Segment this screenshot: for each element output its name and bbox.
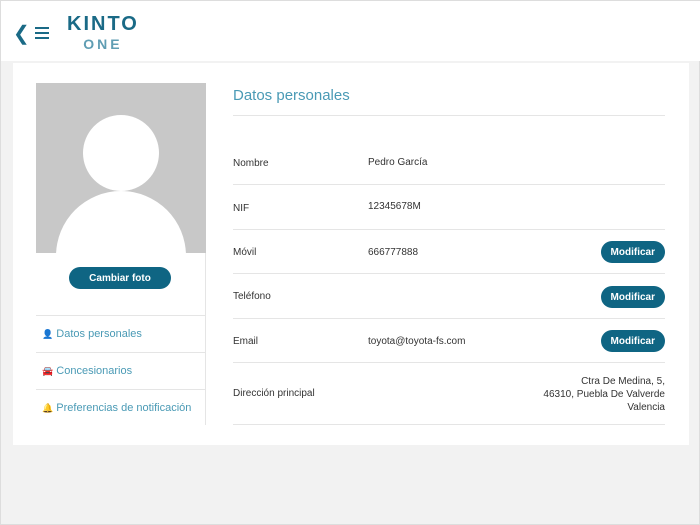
logo-bottom: ONE: [83, 36, 123, 52]
field-label: Email: [233, 336, 259, 347]
address-line: Ctra De Medina, 5,: [581, 376, 665, 387]
change-photo-button[interactable]: Cambiar foto: [69, 267, 171, 289]
avatar-placeholder: [36, 83, 206, 253]
page-title: Datos personales: [233, 87, 350, 104]
sidebar-item-label: Preferencias de notificación: [56, 402, 192, 414]
address-line: 46310, Puebla De Valverde: [543, 389, 665, 400]
profile-card: Cambiar foto 👤 Datos personales 🚘 Conces…: [13, 63, 689, 445]
address-value: Ctra De Medina, 5, 46310, Puebla De Valv…: [543, 375, 665, 414]
sidebar: Cambiar foto 👤 Datos personales 🚘 Conces…: [36, 253, 206, 425]
field-row-telefono: Teléfono Modificar: [233, 274, 665, 319]
menu-icon[interactable]: [35, 27, 49, 42]
field-row-nif: NIF 12345678M: [233, 185, 665, 230]
field-row-nombre: Nombre Pedro García: [233, 141, 665, 185]
field-label: Dirección principal: [233, 388, 315, 399]
field-label: Nombre: [233, 158, 269, 169]
bell-icon: 🔔: [42, 403, 54, 413]
modify-email-button[interactable]: Modificar: [600, 330, 665, 352]
sidebar-item-label: Concesionarios: [56, 365, 133, 377]
field-label: Teléfono: [233, 291, 271, 302]
logo-top: KINTO: [67, 13, 139, 35]
divider: [233, 115, 665, 116]
logo[interactable]: KINTO ONE: [67, 13, 139, 52]
car-icon: 🚘: [42, 366, 54, 376]
sidebar-item-concesionarios[interactable]: 🚘 Concesionarios: [36, 352, 206, 389]
sidebar-item-label: Datos personales: [56, 328, 142, 340]
user-icon: 👤: [42, 329, 54, 339]
field-row-email: Email toyota@toyota-fs.com Modificar: [233, 319, 665, 363]
field-value: 666777888: [368, 247, 419, 258]
field-row-movil: Móvil 666777888 Modificar: [233, 230, 665, 274]
sidebar-item-datos-personales[interactable]: 👤 Datos personales: [36, 315, 206, 352]
address-line: Valencia: [627, 402, 665, 413]
app-header: ❮ KINTO ONE: [1, 1, 700, 61]
field-value: toyota@toyota-fs.com: [368, 336, 466, 347]
field-label: Móvil: [233, 247, 257, 258]
field-label: NIF: [233, 203, 250, 214]
modify-phone-button[interactable]: Modificar: [600, 286, 665, 308]
field-row-direccion: Dirección principal Ctra De Medina, 5, 4…: [233, 363, 665, 425]
field-value: Pedro García: [368, 157, 428, 168]
back-icon[interactable]: ❮: [13, 21, 30, 46]
field-value: 12345678M: [368, 201, 421, 212]
modify-mobile-button[interactable]: Modificar: [600, 241, 665, 263]
sidebar-item-notificaciones[interactable]: 🔔 Preferencias de notificación: [36, 389, 206, 426]
